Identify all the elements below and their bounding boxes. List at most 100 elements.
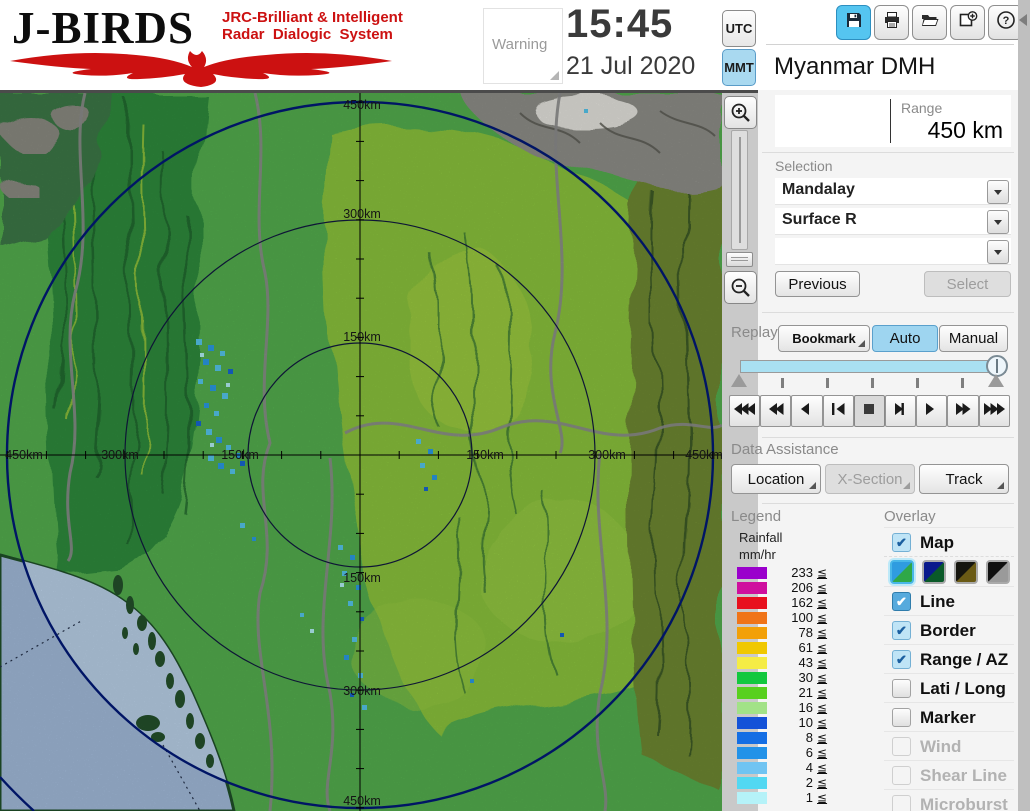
play-button[interactable] (916, 395, 947, 427)
legend-value: 2 (769, 775, 813, 790)
dropdown-elevation[interactable] (775, 238, 1011, 265)
range-label: 150km (466, 448, 504, 462)
slider-end-marker-icon[interactable] (988, 374, 1004, 387)
selection-label: Selection (775, 158, 833, 174)
legend-row: 100≦ (737, 610, 827, 625)
previous-button[interactable]: Previous (775, 271, 860, 297)
stop-icon (862, 402, 877, 421)
checkbox[interactable]: ✔ (892, 650, 911, 669)
legend-operator: ≦ (817, 671, 827, 685)
zoom-slider-track[interactable] (731, 130, 748, 250)
legend-value: 206 (769, 580, 813, 595)
zoom-out-button[interactable] (724, 271, 757, 304)
range-label: 450km (5, 448, 43, 462)
printer-icon (882, 10, 902, 35)
fast-rewind-button[interactable] (729, 395, 760, 427)
warning-panel[interactable]: Warning (483, 8, 563, 84)
legend-operator: ≦ (817, 746, 827, 760)
dropdown-site[interactable]: Mandalay (775, 178, 1011, 205)
slider-tick (781, 378, 784, 388)
legend-operator: ≦ (817, 716, 827, 730)
eagle-logo-icon (6, 46, 396, 88)
zoom-in-button[interactable] (724, 96, 757, 129)
forward-button[interactable] (947, 395, 978, 427)
save-button[interactable] (836, 5, 871, 40)
step-forward-button[interactable] (885, 395, 916, 427)
fast-forward-button[interactable] (979, 395, 1010, 427)
replay-slider-track[interactable] (740, 360, 1006, 373)
legend-row: 16≦ (737, 700, 827, 715)
bookmark-label: Bookmark (792, 331, 856, 346)
play-backward-button[interactable] (791, 395, 822, 427)
checkbox[interactable] (892, 708, 911, 727)
rewind-button[interactable] (760, 395, 791, 427)
overlay-item-microburst: Microburst (884, 789, 1014, 811)
auto-button[interactable]: Auto (872, 325, 938, 352)
overlay-item-line: ✔ Line (884, 586, 1014, 616)
legend-value: 30 (769, 670, 813, 685)
slider-start-marker-icon[interactable] (731, 374, 747, 387)
legend-color-swatch (737, 792, 767, 804)
range-label: 150km (343, 571, 381, 585)
select-button[interactable]: Select (924, 271, 1011, 297)
legend-row: 21≦ (737, 685, 827, 700)
timezone-mmt-button[interactable]: MMT (722, 49, 756, 86)
legend-row: 162≦ (737, 595, 827, 610)
radar-map[interactable]: 450km300km150km150km300km450km450km300km… (0, 93, 722, 811)
replay-label: Replay (731, 324, 778, 341)
checkbox[interactable] (892, 766, 911, 785)
legend-color-swatch (737, 687, 767, 699)
stop-button[interactable] (854, 395, 885, 427)
manual-button[interactable]: Manual (939, 325, 1008, 352)
station-name: Myanmar DMH (774, 53, 935, 81)
dropdown-arrow-button[interactable] (987, 240, 1009, 264)
location-button[interactable]: Location (731, 464, 821, 494)
x-section-button[interactable]: X-Section (825, 464, 915, 494)
legend-operator: ≦ (817, 686, 827, 700)
bookmark-button[interactable]: Bookmark (778, 325, 870, 352)
legend-operator: ≦ (817, 581, 827, 595)
legend-row: 43≦ (737, 655, 827, 670)
range-label: 300km (343, 684, 381, 698)
slider-tick (916, 378, 919, 388)
range-label: 450km (343, 98, 381, 112)
legend-color-swatch (737, 672, 767, 684)
checkbox[interactable]: ✔ (892, 533, 911, 552)
dropdown-arrow-button[interactable] (987, 180, 1009, 204)
map-style-swatch[interactable] (890, 560, 914, 584)
overlay-item-wind: Wind (884, 731, 1014, 761)
add-image-button[interactable] (950, 5, 985, 40)
rewind-icon (768, 402, 784, 421)
legend-value: 43 (769, 655, 813, 670)
range-label: 300km (101, 448, 139, 462)
legend-row: 78≦ (737, 625, 827, 640)
dropdown-product[interactable]: Surface R (775, 208, 1011, 235)
dropdown-arrow-button[interactable] (987, 210, 1009, 234)
range-divider (890, 99, 891, 143)
resize-handle-icon[interactable] (550, 71, 559, 80)
overlay-item-label: Marker (920, 708, 976, 728)
open-button[interactable] (912, 5, 947, 40)
overlay-item-label: Range / AZ (920, 650, 1008, 670)
toolbar: ? (836, 5, 1023, 40)
checkbox[interactable] (892, 795, 911, 811)
legend-row: 8≦ (737, 730, 827, 745)
clock-time: 15:45 (566, 2, 716, 47)
print-button[interactable] (874, 5, 909, 40)
checkbox[interactable]: ✔ (892, 621, 911, 640)
track-button[interactable]: Track (919, 464, 1009, 494)
checkbox[interactable] (892, 679, 911, 698)
map-style-swatch[interactable] (922, 560, 946, 584)
zoom-slider-thumb[interactable] (726, 252, 753, 267)
map-style-swatch[interactable] (954, 560, 978, 584)
step-back-button[interactable] (823, 395, 854, 427)
checkbox[interactable] (892, 737, 911, 756)
overlay-item-label: Line (920, 592, 955, 612)
legend-value: 162 (769, 595, 813, 610)
timezone-utc-button[interactable]: UTC (722, 10, 756, 47)
checkbox[interactable]: ✔ (892, 592, 911, 611)
overlay-item-label: Wind (920, 737, 961, 757)
map-style-swatch[interactable] (986, 560, 1010, 584)
panel-collapse-arrow-icon[interactable] (1019, 14, 1027, 26)
legend-operator: ≦ (817, 611, 827, 625)
